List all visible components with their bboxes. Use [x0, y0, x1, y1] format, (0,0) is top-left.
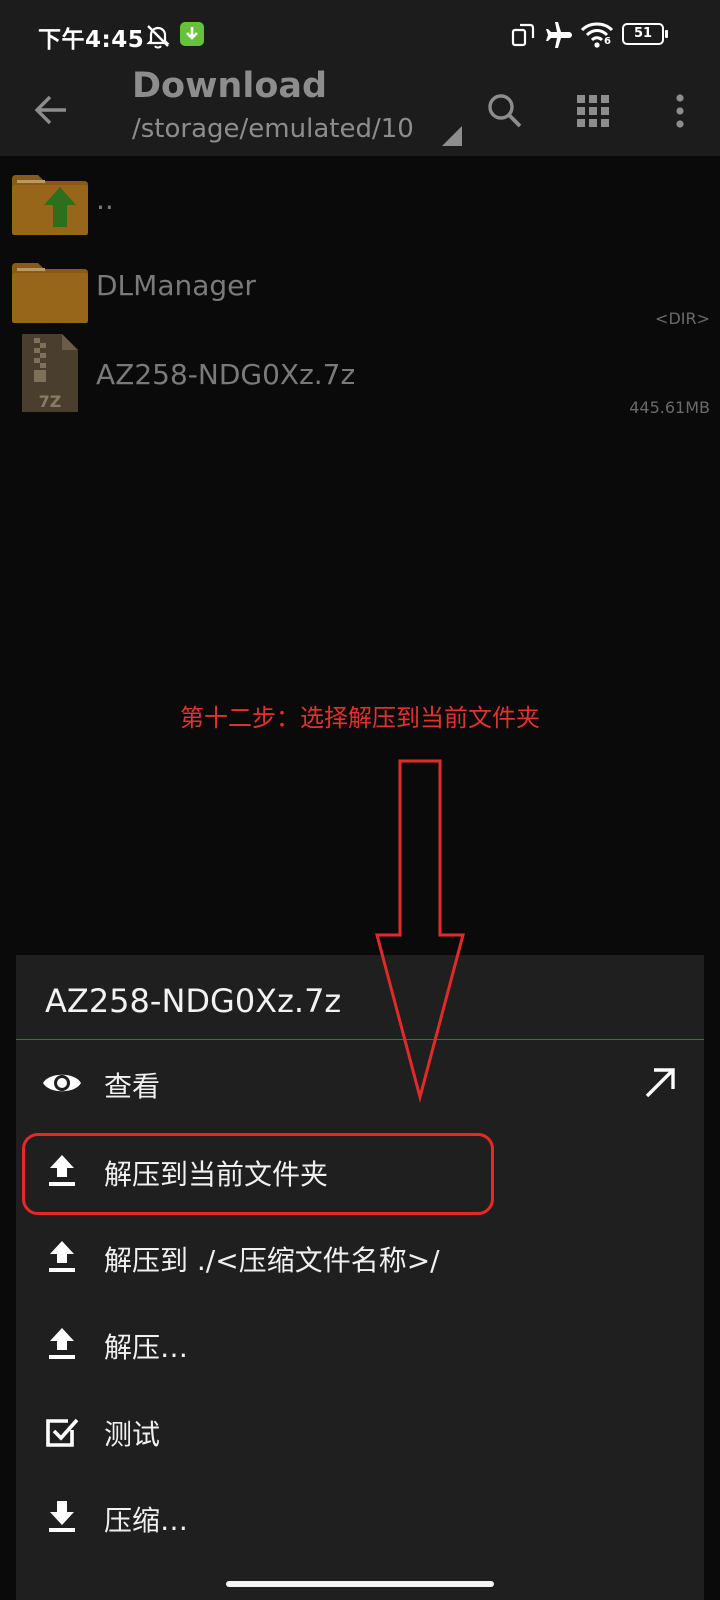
compress-icon	[49, 1501, 75, 1532]
7z-archive-icon: 7Z	[22, 334, 78, 412]
menu-item-compress[interactable]: 压缩…	[16, 1473, 704, 1561]
menu-label: 解压到 ./<压缩文件名称>/	[104, 1244, 440, 1277]
open-external-icon[interactable]	[638, 1061, 682, 1105]
file-name: ..	[96, 183, 114, 216]
grid-view-button[interactable]	[566, 84, 620, 138]
archive-icon-text: 7Z	[39, 392, 62, 411]
search-icon	[488, 94, 522, 128]
status-bar: 下午4:45 6 51	[0, 0, 720, 70]
file-row-parent[interactable]: ..	[0, 163, 720, 251]
mute-bell-icon	[146, 25, 170, 49]
menu-label: 解压…	[104, 1331, 189, 1364]
screen-rotate-icon	[511, 23, 535, 47]
annotation-highlight-box	[22, 1133, 494, 1215]
path-dropdown-icon[interactable]	[440, 124, 464, 148]
tutorial-annotation: 第十二步：选择解压到当前文件夹	[180, 704, 540, 732]
battery-level: 51	[633, 26, 653, 41]
home-indicator[interactable]	[226, 1581, 494, 1587]
file-actions-sheet: AZ258-NDG0Xz.7z 查看 解压到当前文件夹 解压到 ./<压缩文件名…	[16, 955, 704, 1600]
airplane-mode-icon	[546, 22, 572, 48]
wifi-label: 6	[604, 36, 611, 47]
file-row-dlmanager[interactable]: DLManager <DIR>	[0, 251, 720, 339]
eye-icon	[43, 1074, 81, 1092]
menu-item-test[interactable]: 测试	[16, 1387, 704, 1475]
sheet-title: AZ258-NDG0Xz.7z	[45, 982, 342, 1020]
file-name: DLManager	[96, 269, 256, 302]
back-arrow-icon[interactable]	[28, 86, 76, 134]
status-time: 下午4:45	[38, 27, 145, 53]
toolbar-path[interactable]: /storage/emulated/10	[132, 114, 414, 144]
menu-label: 压缩…	[104, 1504, 189, 1537]
app-toolbar: Download /storage/emulated/10	[0, 66, 720, 156]
menu-label: 查看	[104, 1070, 161, 1103]
file-row-archive[interactable]: 7Z AZ258-NDG0Xz.7z 445.61MB	[0, 332, 720, 420]
menu-label: 测试	[104, 1418, 161, 1451]
checkbox-icon	[46, 1418, 79, 1447]
search-button[interactable]	[478, 84, 532, 138]
file-name: AZ258-NDG0Xz.7z	[96, 358, 356, 391]
battery-cap	[665, 30, 668, 38]
menu-item-extract[interactable]: 解压…	[16, 1300, 704, 1388]
download-notification-icon	[180, 22, 204, 46]
battery-icon: 51	[622, 23, 664, 45]
file-meta: <DIR>	[655, 309, 710, 328]
menu-item-view[interactable]: 查看	[16, 1039, 704, 1127]
extract-icon	[49, 1241, 75, 1272]
grid-icon	[577, 95, 609, 127]
folder-icon	[12, 263, 88, 323]
more-options-button[interactable]	[652, 84, 708, 138]
annotation-arrow	[375, 759, 465, 1103]
more-vert-icon	[676, 94, 684, 128]
extract-icon	[49, 1328, 75, 1359]
folder-up-icon	[12, 175, 88, 235]
menu-item-extract-to-folder[interactable]: 解压到 ./<压缩文件名称>/	[16, 1213, 704, 1301]
toolbar-title: Download	[132, 66, 328, 106]
file-meta: 445.61MB	[629, 398, 710, 417]
